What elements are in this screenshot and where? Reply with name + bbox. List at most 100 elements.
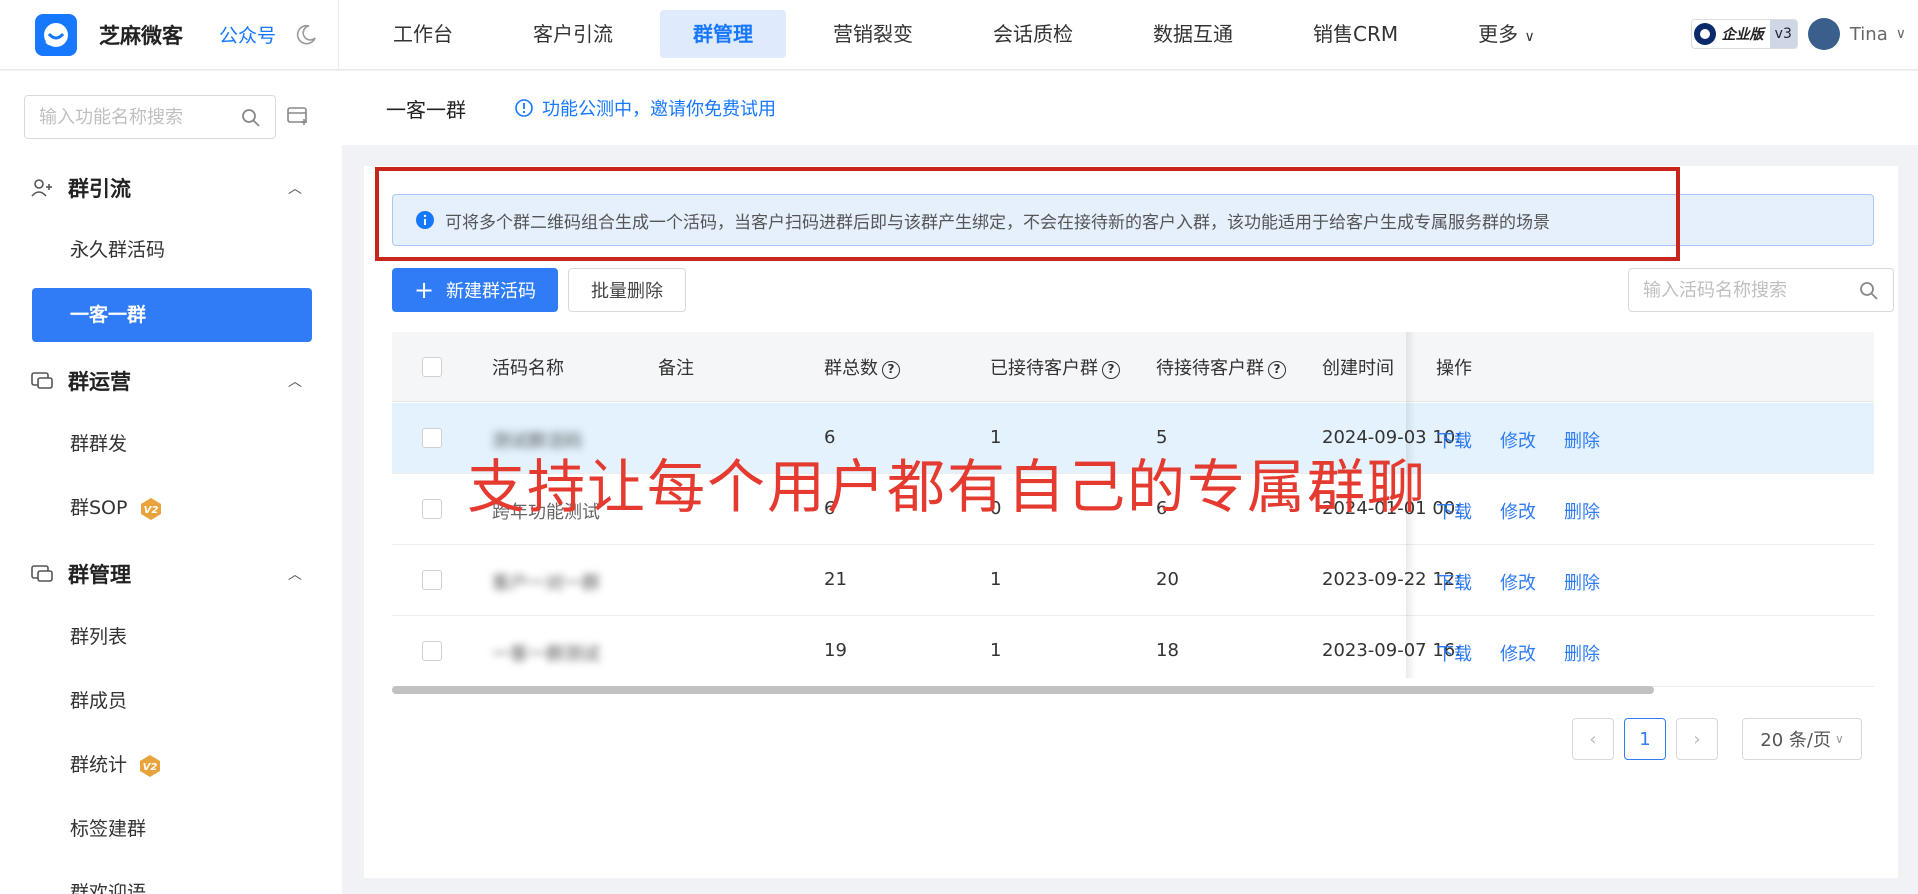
nav-group-management[interactable]: 群管理	[660, 10, 786, 58]
sidebar-item-one-customer-one-group[interactable]: 一客一群	[32, 288, 312, 342]
header-pending-label: 待接待客户群	[1156, 358, 1264, 379]
header-actions: 操作	[1436, 358, 1472, 379]
sidebar-search-input[interactable]	[39, 106, 229, 128]
download-link[interactable]: 下载	[1436, 498, 1472, 524]
nav-more[interactable]: 更多 ∨	[1445, 10, 1568, 58]
row-name: 客户一对一群	[492, 573, 600, 594]
table-header: 活码名称 备注 群总数? 已接待客户群? 待接待客户群? 创建时间 操作	[392, 332, 1874, 402]
delete-link[interactable]: 删除	[1564, 498, 1600, 524]
avatar[interactable]	[1807, 18, 1840, 50]
question-icon[interactable]: ?	[882, 361, 900, 379]
card-icon[interactable]	[286, 105, 310, 127]
sidebar-item-group-broadcast[interactable]: 群群发	[32, 417, 312, 471]
row-pending: 20	[1156, 569, 1179, 590]
sidebar-item-group-stats[interactable]: 群统计 V2	[32, 738, 312, 792]
sidebar-item-permanent-qr[interactable]: 永久群活码	[32, 223, 312, 277]
top-navbar: 芝麻微客 公众号 工作台 客户引流 群管理 营销裂变 会话质检 数据互通 销售C…	[0, 0, 1918, 70]
sidebar-group-operation: 群运营 ︿	[0, 351, 342, 411]
chevron-up-icon[interactable]: ︿	[288, 178, 302, 198]
sidebar-group-title: 群运营	[68, 370, 131, 394]
header-received: 已接待客户群?	[990, 354, 1120, 380]
row-total: 21	[824, 569, 847, 590]
sidebar-item-label: 群统计	[70, 754, 128, 776]
nav-marketing[interactable]: 营销裂变	[800, 10, 946, 58]
nav-divider	[338, 0, 340, 70]
qr-search-input[interactable]	[1643, 279, 1853, 301]
sidebar-item-group-list[interactable]: 群列表	[32, 610, 312, 664]
brand-name: 芝麻微客	[99, 23, 183, 48]
prev-page-button[interactable]: ‹	[1572, 718, 1614, 760]
header-pending: 待接待客户群?	[1156, 354, 1286, 380]
moon-icon[interactable]	[294, 23, 318, 47]
page-size-label: 20 条/页	[1760, 730, 1831, 751]
gzh-link[interactable]: 公众号	[219, 21, 276, 48]
sidebar-group-header[interactable]: 群引流 ︿	[0, 158, 342, 218]
new-group-qr-button[interactable]: + 新建群活码	[392, 268, 558, 312]
chevron-left-icon: ‹	[1589, 728, 1597, 750]
enterprise-badge[interactable]: 企业版 v3	[1690, 19, 1798, 49]
search-icon[interactable]	[241, 108, 261, 128]
horizontal-scrollbar[interactable]	[392, 686, 1654, 694]
beta-tip-text: 功能公测中，邀请你免费试用	[542, 99, 776, 120]
promo-overlay-text: 支持让每个用户都有自己的专属群聊	[467, 453, 1428, 521]
chevron-up-icon[interactable]: ︿	[288, 371, 302, 391]
nav-data-sync[interactable]: 数据互通	[1120, 10, 1266, 58]
edit-link[interactable]: 修改	[1500, 498, 1536, 524]
nav-workbench[interactable]: 工作台	[360, 10, 486, 58]
nav-session-qc[interactable]: 会话质检	[960, 10, 1106, 58]
edit-link[interactable]: 修改	[1500, 427, 1536, 453]
logo-icon[interactable]	[35, 13, 77, 56]
delete-link[interactable]: 删除	[1564, 427, 1600, 453]
user-area: 企业版 v3 Tina ∨	[1690, 18, 1906, 50]
nav-customer-leads[interactable]: 客户引流	[500, 10, 646, 58]
chevron-down-icon: ∨	[1524, 29, 1535, 45]
row-checkbox[interactable]	[422, 641, 442, 661]
row-received: 1	[990, 569, 1002, 590]
chevron-down-icon: ∨	[1834, 732, 1844, 746]
page-size-select[interactable]: 20 条/页 ∨	[1742, 718, 1862, 760]
search-icon[interactable]	[1859, 281, 1879, 301]
version-label: v3	[1769, 20, 1797, 48]
select-all-checkbox[interactable]	[422, 357, 442, 377]
chevron-up-icon[interactable]: ︿	[288, 564, 302, 584]
question-icon[interactable]: ?	[1268, 361, 1286, 379]
edit-link[interactable]: 修改	[1500, 640, 1536, 666]
edit-link[interactable]: 修改	[1500, 569, 1536, 595]
svg-text:V2: V2	[143, 762, 158, 773]
table-row: 客户一对一群 21 1 20 2023-09-22 12: 下载 修改 删除	[392, 545, 1874, 616]
row-checkbox[interactable]	[422, 499, 442, 519]
plus-icon: +	[413, 276, 435, 304]
next-page-button[interactable]: ›	[1676, 718, 1718, 760]
row-checkbox[interactable]	[422, 570, 442, 590]
enterprise-logo-icon	[1693, 23, 1716, 45]
sidebar: 群引流 ︿ 永久群活码 一客一群 群运营 ︿ 群群发 群SOP V2 群管理 ︿…	[0, 71, 342, 894]
delete-link[interactable]: 删除	[1564, 569, 1600, 595]
batch-delete-button[interactable]: 批量删除	[568, 268, 686, 312]
new-group-qr-label: 新建群活码	[446, 281, 537, 302]
user-name[interactable]: Tina	[1850, 24, 1888, 45]
chevron-down-icon[interactable]: ∨	[1896, 26, 1906, 42]
header-total-label: 群总数	[824, 358, 878, 379]
sidebar-item-tag-group[interactable]: 标签建群	[32, 802, 312, 856]
sidebar-item-group-members[interactable]: 群成员	[32, 674, 312, 728]
nav-sales-crm[interactable]: 销售CRM	[1280, 10, 1431, 58]
sidebar-group-title: 群管理	[68, 563, 131, 587]
v2-badge-icon: V2	[140, 497, 161, 520]
page-number-button[interactable]: 1	[1624, 718, 1666, 760]
download-link[interactable]: 下载	[1436, 427, 1472, 453]
sidebar-group-header[interactable]: 群运营 ︿	[0, 351, 342, 411]
row-total: 19	[824, 640, 847, 661]
chat-icon	[31, 565, 53, 582]
sidebar-item-group-sop[interactable]: 群SOP V2	[32, 481, 312, 535]
row-checkbox[interactable]	[422, 428, 442, 448]
sidebar-group-header[interactable]: 群管理 ︿	[0, 544, 342, 604]
delete-link[interactable]: 删除	[1564, 640, 1600, 666]
question-icon[interactable]: ?	[1102, 361, 1120, 379]
sidebar-group-title: 群引流	[68, 177, 131, 201]
page-header: 一客一群 功能公测中，邀请你免费试用	[342, 71, 1918, 145]
sidebar-item-welcome[interactable]: 群欢迎语	[32, 866, 312, 894]
download-link[interactable]: 下载	[1436, 640, 1472, 666]
download-link[interactable]: 下载	[1436, 569, 1472, 595]
beta-tip: 功能公测中，邀请你免费试用	[514, 95, 776, 121]
main-nav: 工作台 客户引流 群管理 营销裂变 会话质检 数据互通 销售CRM 更多 ∨	[360, 10, 1582, 58]
